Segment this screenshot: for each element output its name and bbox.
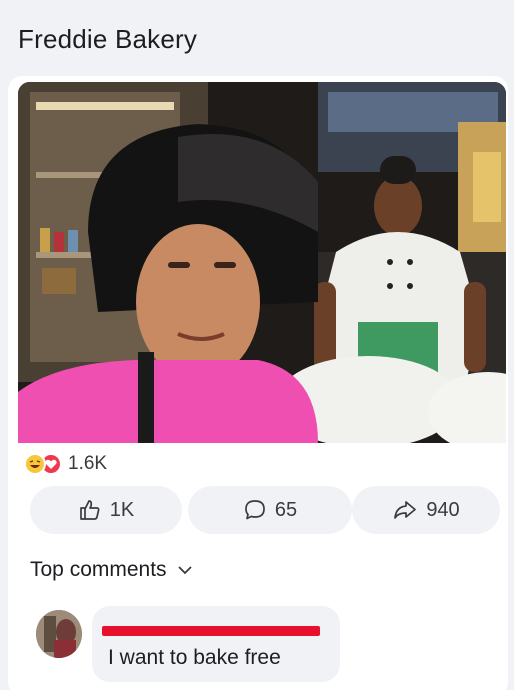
- like-count: 1K: [109, 498, 135, 521]
- haha-reaction-icon: [24, 453, 46, 475]
- reaction-count[interactable]: 1.6K: [68, 453, 107, 475]
- comment-count: 65: [274, 498, 298, 521]
- comment-text: I want to bake free: [108, 646, 281, 669]
- page-title[interactable]: Freddie Bakery: [18, 24, 197, 55]
- post-image: [18, 82, 506, 443]
- comment-button[interactable]: 65: [188, 486, 352, 534]
- post-action-bar: 1K 65 940: [18, 486, 502, 534]
- top-comments-label: Top comments: [30, 558, 167, 581]
- comment-item: I want to bake free: [36, 606, 346, 690]
- chevron-down-icon: [177, 558, 193, 582]
- comment-bubble-icon: [243, 498, 267, 522]
- reaction-summary[interactable]: 1.6K: [24, 452, 107, 476]
- like-button[interactable]: 1K: [30, 486, 182, 534]
- share-arrow-icon: [392, 498, 418, 522]
- avatar[interactable]: [36, 610, 82, 658]
- post-photo[interactable]: [18, 82, 506, 443]
- redacted-author-name: [102, 626, 320, 636]
- top-comments-filter[interactable]: Top comments: [30, 558, 193, 582]
- thumbs-up-icon: [78, 498, 102, 522]
- comment-bubble: I want to bake free: [92, 606, 340, 682]
- share-count: 940: [426, 498, 460, 521]
- share-button[interactable]: 940: [352, 486, 500, 534]
